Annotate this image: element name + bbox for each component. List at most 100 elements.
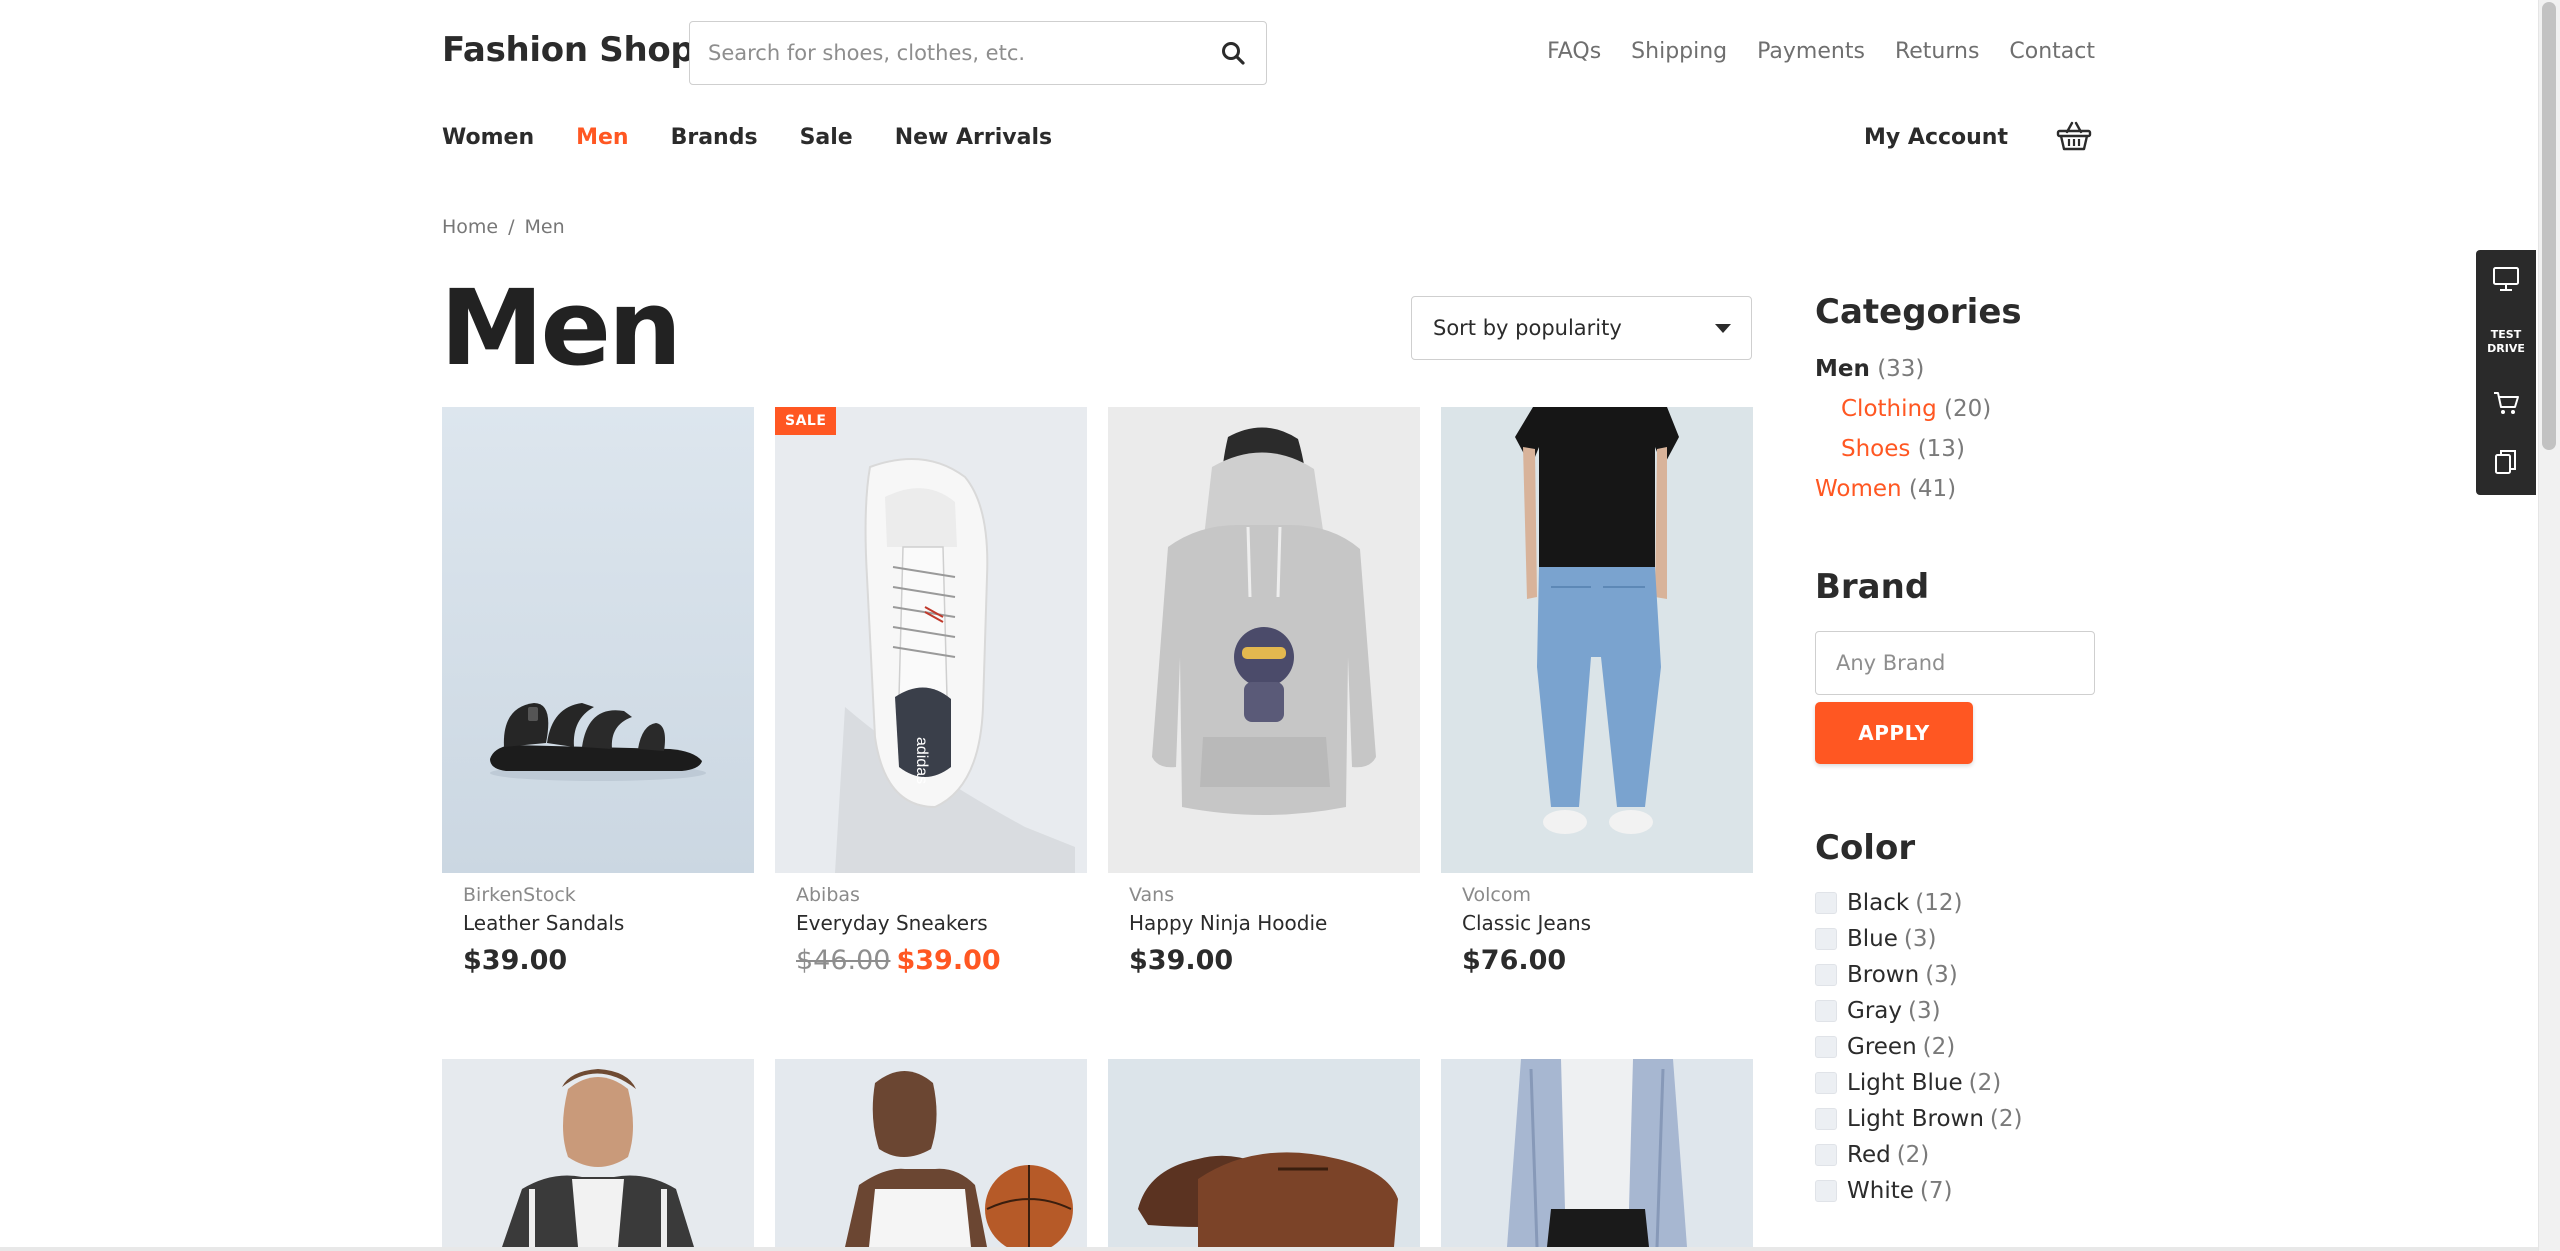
color-label: Light Brown [1847,1106,1984,1132]
product-brand: Vans [1129,884,1175,906]
product-image-flannel[interactable] [442,1059,754,1247]
product-card[interactable] [1108,1059,1420,1247]
product-name[interactable]: Leather Sandals [463,911,624,935]
product-price: $39.00 [1129,945,1234,976]
my-account-link[interactable]: My Account [1864,125,2008,150]
product-image-tank-top[interactable] [775,1059,1087,1247]
color-checkbox[interactable] [1815,1072,1837,1094]
category-men[interactable]: Men (33) [1815,356,1924,382]
color-count: (3) [1907,998,1941,1024]
product-brand: Abibas [796,884,860,906]
search-box [689,21,1267,85]
nav-item-new-arrivals[interactable]: New Arrivals [895,125,1052,150]
utility-link-shipping[interactable]: Shipping [1631,39,1727,64]
color-checkbox[interactable] [1815,964,1837,986]
color-checkbox[interactable] [1815,1108,1837,1130]
category-count: (41) [1908,476,1957,502]
category-count: (20) [1944,396,1992,422]
color-count: (3) [1903,926,1937,952]
product-image-dress-shoes[interactable] [1108,1059,1420,1247]
product-image-sneakers[interactable]: adidas [775,407,1087,873]
color-count: (2) [1922,1034,1956,1060]
copy-icon[interactable] [2476,448,2536,478]
color-filter-light-blue[interactable]: Light Blue (2) [1815,1070,2001,1096]
search-input[interactable] [708,22,1188,83]
color-checkbox[interactable] [1815,1036,1837,1058]
scrollbar-thumb[interactable] [2542,2,2556,450]
color-label: Brown [1847,962,1920,988]
color-label: Red [1847,1142,1891,1168]
color-count: (3) [1925,962,1958,988]
color-checkbox[interactable] [1815,1144,1837,1166]
color-label: Light Blue [1847,1070,1963,1096]
svg-text:adidas: adidas [913,737,930,784]
category-shoes[interactable]: Shoes (13) [1841,436,1965,462]
breadcrumb-current: Men [524,216,565,238]
color-filter-red[interactable]: Red (2) [1815,1142,1929,1168]
basket-icon[interactable] [2056,120,2092,152]
breadcrumb: Home / Men [442,216,565,238]
product-card[interactable] [1441,1059,1753,1247]
brand-filter-input[interactable] [1836,632,2076,693]
category-clothing[interactable]: Clothing (20) [1841,396,1991,422]
product-image-shirt[interactable] [1441,1059,1753,1247]
product-name[interactable]: Classic Jeans [1462,911,1591,935]
color-checkbox[interactable] [1815,1180,1837,1202]
color-filter-white[interactable]: White (7) [1815,1178,1952,1204]
color-count: (2) [1989,1106,2023,1132]
cart-icon[interactable] [2476,388,2536,418]
color-filter-black[interactable]: Black (12) [1815,890,1962,916]
test-drive-line1: TEST [2490,328,2522,341]
utility-link-faqs[interactable]: FAQs [1547,39,1601,64]
color-count: (12) [1915,890,1963,916]
color-checkbox[interactable] [1815,1000,1837,1022]
color-filter-brown[interactable]: Brown (3) [1815,962,1958,988]
breadcrumb-home[interactable]: Home [442,216,498,238]
color-count: (2) [1968,1070,2002,1096]
color-filter-gray[interactable]: Gray (3) [1815,998,1941,1024]
nav-item-men[interactable]: Men [576,125,628,150]
color-filter-blue[interactable]: Blue (3) [1815,926,1937,952]
color-filter-light-brown[interactable]: Light Brown (2) [1815,1106,2023,1132]
product-name[interactable]: Everyday Sneakers [796,911,988,935]
color-checkbox[interactable] [1815,928,1837,950]
main-nav: Women Men Brands Sale New Arrivals [442,125,1052,150]
test-drive-button[interactable]: TEST DRIVE [2476,326,2536,358]
utility-link-payments[interactable]: Payments [1757,39,1865,64]
color-heading: Color [1815,828,1916,868]
product-image-sandals[interactable] [442,407,754,873]
category-label: Shoes [1841,436,1911,462]
product-name[interactable]: Happy Ninja Hoodie [1129,911,1327,935]
utility-link-contact[interactable]: Contact [2009,39,2095,64]
search-icon[interactable] [1220,40,1246,66]
product-image-jeans[interactable] [1441,407,1753,873]
product-brand: BirkenStock [463,884,576,906]
color-label: Green [1847,1034,1917,1060]
apply-button[interactable]: APPLY [1815,702,1973,764]
product-card[interactable] [442,1059,754,1247]
chevron-down-icon [1715,324,1731,333]
product-old-price: $46.00 [796,945,891,976]
utility-link-returns[interactable]: Returns [1895,39,1979,64]
product-image-hoodie[interactable] [1108,407,1420,873]
category-women[interactable]: Women (41) [1815,476,1956,502]
color-checkbox[interactable] [1815,892,1837,914]
category-label: Women [1815,476,1902,502]
brand-filter-box [1815,631,2095,695]
color-filter-green[interactable]: Green (2) [1815,1034,1955,1060]
breadcrumb-separator: / [508,216,515,238]
nav-item-brands[interactable]: Brands [671,125,758,150]
product-brand: Volcom [1462,884,1532,906]
site-logo[interactable]: Fashion Shop [442,30,695,70]
product-price: $39.00 [463,945,568,976]
nav-item-women[interactable]: Women [442,125,534,150]
desktop-icon[interactable] [2476,264,2536,294]
page-bottom-edge [0,1247,2538,1251]
nav-item-sale[interactable]: Sale [800,125,853,150]
page-title: Men [440,267,682,389]
color-label: Gray [1847,998,1902,1024]
product-card[interactable] [775,1059,1087,1247]
category-count: (13) [1917,436,1965,462]
color-label: Black [1847,890,1910,916]
sort-select[interactable]: Sort by popularity [1411,296,1752,360]
